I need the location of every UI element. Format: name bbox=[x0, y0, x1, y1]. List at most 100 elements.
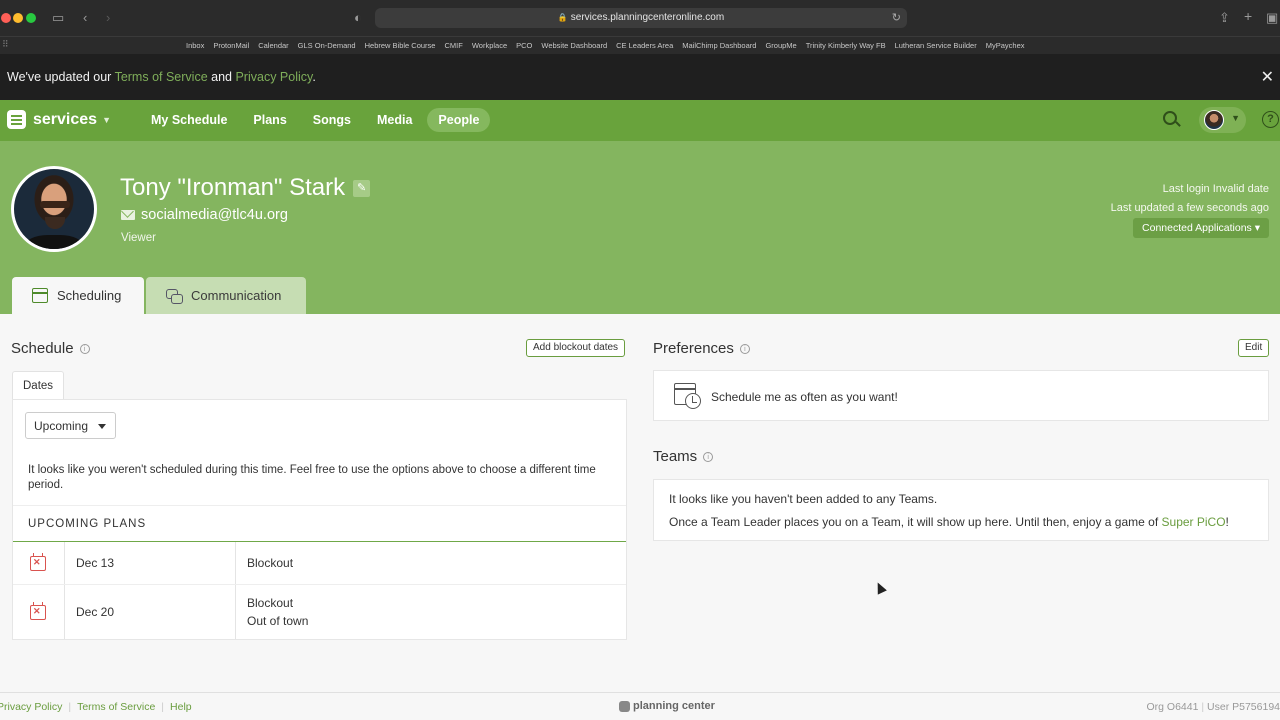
brand-name: services bbox=[33, 110, 98, 128]
bookmark-item[interactable]: CE Leaders Area bbox=[616, 41, 673, 50]
footer-terms-link[interactable]: Terms of Service bbox=[71, 701, 161, 713]
teams-panel: It looks like you haven't been added to … bbox=[653, 479, 1269, 541]
footer-brand: planning center bbox=[633, 700, 715, 712]
shield-icon[interactable]: ◐ bbox=[354, 10, 362, 25]
search-icon[interactable] bbox=[1163, 111, 1177, 125]
tab-communication[interactable]: Communication bbox=[146, 277, 306, 314]
bookmark-item[interactable]: ProtonMail bbox=[213, 41, 249, 50]
preferences-heading: Preferences i bbox=[653, 340, 750, 357]
chevron-down-icon: ▼ bbox=[1231, 113, 1240, 123]
chat-icon bbox=[166, 288, 183, 304]
teams-hint-suffix: ! bbox=[1225, 515, 1229, 529]
preferences-panel: Schedule me as often as you want! bbox=[653, 370, 1269, 421]
nav-media[interactable]: Media bbox=[366, 108, 423, 132]
close-icon[interactable]: ✕ bbox=[1261, 67, 1274, 87]
mouse-cursor-icon bbox=[873, 580, 887, 595]
teams-heading: Teams i bbox=[653, 448, 714, 465]
privacy-link[interactable]: Privacy Policy bbox=[235, 70, 312, 84]
table-row[interactable]: Dec 13 Blockout bbox=[13, 542, 626, 584]
bookmark-item[interactable]: Website Dashboard bbox=[541, 41, 607, 50]
url-text: services.planningcenteronline.com bbox=[570, 12, 725, 23]
bookmark-item[interactable]: MyPaychex bbox=[986, 41, 1025, 50]
tab-dates[interactable]: Dates bbox=[12, 371, 64, 400]
user-menu[interactable]: ▼ bbox=[1199, 107, 1246, 133]
nav-my-schedule[interactable]: My Schedule bbox=[140, 108, 238, 132]
bookmark-item[interactable]: Calendar bbox=[258, 41, 288, 50]
super-pico-link[interactable]: Super PiCO bbox=[1162, 515, 1226, 529]
tab-overview-icon[interactable]: ▣ bbox=[1266, 10, 1278, 26]
nav-plans[interactable]: Plans bbox=[242, 108, 297, 132]
bookmark-item[interactable]: GroupMe bbox=[765, 41, 796, 50]
bookmark-item[interactable]: Hebrew Bible Course bbox=[365, 41, 436, 50]
plan-date: Dec 13 bbox=[65, 542, 236, 584]
bookmark-item[interactable]: CMIF bbox=[444, 41, 462, 50]
bookmark-item[interactable]: Inbox bbox=[186, 41, 204, 50]
app-switcher[interactable]: services ▼ bbox=[7, 110, 111, 129]
bookmark-item[interactable]: PCO bbox=[516, 41, 532, 50]
help-icon[interactable]: ? bbox=[1262, 111, 1279, 128]
connected-applications-label: Connected Applications bbox=[1142, 222, 1252, 234]
add-blockout-button[interactable]: Add blockout dates bbox=[526, 339, 626, 357]
table-row[interactable]: Dec 20 Blockout Out of town bbox=[13, 584, 626, 639]
caret-down-icon bbox=[98, 424, 106, 429]
terms-link[interactable]: Terms of Service bbox=[115, 70, 208, 84]
avatar bbox=[1204, 110, 1224, 130]
lock-icon: 🔒 bbox=[557, 13, 568, 22]
footer-help-link[interactable]: Help bbox=[164, 701, 198, 713]
browser-toolbar: ▭ ‹ › ◐ 🔒 services.planningcenteronline.c… bbox=[0, 0, 1280, 36]
info-icon[interactable]: i bbox=[79, 343, 90, 354]
close-window-button[interactable] bbox=[1, 13, 11, 23]
teams-empty-message: It looks like you haven't been added to … bbox=[669, 492, 938, 506]
person-name: Tony "Ironman" Stark bbox=[120, 174, 346, 201]
info-icon[interactable]: i bbox=[739, 343, 750, 354]
blockout-calendar-icon bbox=[30, 553, 46, 571]
profile-header: Tony "Ironman" Stark ✎ socialmedia@tlc4u… bbox=[0, 141, 1280, 314]
notice-middle: and bbox=[207, 70, 236, 84]
schedule-title: Schedule bbox=[11, 340, 74, 357]
sidebar-icon[interactable]: ▭ bbox=[52, 10, 64, 26]
mail-icon bbox=[121, 210, 135, 220]
edit-preferences-button[interactable]: Edit bbox=[1238, 339, 1270, 357]
notice-suffix: . bbox=[312, 70, 316, 84]
bookmark-item[interactable]: Lutheran Service Builder bbox=[895, 41, 977, 50]
plan-detail: Blockout bbox=[247, 596, 294, 610]
nav-people[interactable]: People bbox=[427, 108, 491, 132]
last-updated: Last updated a few seconds ago bbox=[1110, 202, 1269, 214]
empty-schedule-message: It looks like you weren't scheduled duri… bbox=[28, 464, 596, 491]
forward-icon[interactable]: › bbox=[106, 10, 110, 25]
bookmark-item[interactable]: GLS On-Demand bbox=[298, 41, 356, 50]
reload-icon[interactable]: ↻ bbox=[892, 8, 901, 28]
blockout-calendar-icon bbox=[30, 602, 46, 620]
bookmarks-bar: ⠿ Inbox ProtonMail Calendar GLS On-Deman… bbox=[0, 36, 1280, 54]
org-id: Org O6441 bbox=[1146, 701, 1199, 713]
preferences-title: Preferences bbox=[653, 340, 734, 357]
new-tab-icon[interactable]: + bbox=[1244, 8, 1252, 24]
bookmark-item[interactable]: Workplace bbox=[472, 41, 507, 50]
address-bar[interactable]: 🔒 services.planningcenteronline.com ↻ bbox=[375, 8, 907, 28]
app-nav: services ▼ My Schedule Plans Songs Media… bbox=[0, 100, 1280, 141]
plan-detail: Blockout bbox=[247, 556, 294, 570]
services-logo-icon bbox=[7, 110, 26, 129]
tab-scheduling[interactable]: Scheduling bbox=[12, 277, 144, 314]
person-role: Viewer bbox=[121, 232, 156, 244]
footer-privacy-link[interactable]: Privacy Policy bbox=[0, 701, 68, 713]
grip-icon: ⠿ bbox=[2, 39, 9, 49]
planning-center-icon bbox=[619, 700, 630, 712]
notice-text: We've updated our Terms of Service and P… bbox=[7, 70, 316, 84]
upcoming-plans-heading: UPCOMING PLANS bbox=[13, 505, 626, 543]
zoom-window-button[interactable] bbox=[26, 13, 36, 23]
share-icon[interactable]: ⇪ bbox=[1219, 10, 1230, 26]
time-filter-select[interactable]: Upcoming bbox=[25, 412, 116, 439]
nav-songs[interactable]: Songs bbox=[302, 108, 362, 132]
schedule-heading: Schedule i bbox=[11, 340, 90, 357]
info-icon[interactable]: i bbox=[703, 451, 714, 462]
chevron-down-icon: ▼ bbox=[102, 114, 111, 125]
bookmark-item[interactable]: Trinity Kimberly Way FB bbox=[806, 41, 886, 50]
connected-applications-button[interactable]: Connected Applications ▾ bbox=[1133, 218, 1269, 238]
minimize-window-button[interactable] bbox=[13, 13, 23, 23]
back-icon[interactable]: ‹ bbox=[83, 10, 87, 25]
tab-label: Communication bbox=[191, 288, 282, 303]
bookmark-item[interactable]: MailChimp Dashboard bbox=[682, 41, 756, 50]
person-email[interactable]: socialmedia@tlc4u.org bbox=[141, 207, 288, 223]
edit-name-icon[interactable]: ✎ bbox=[353, 179, 371, 197]
